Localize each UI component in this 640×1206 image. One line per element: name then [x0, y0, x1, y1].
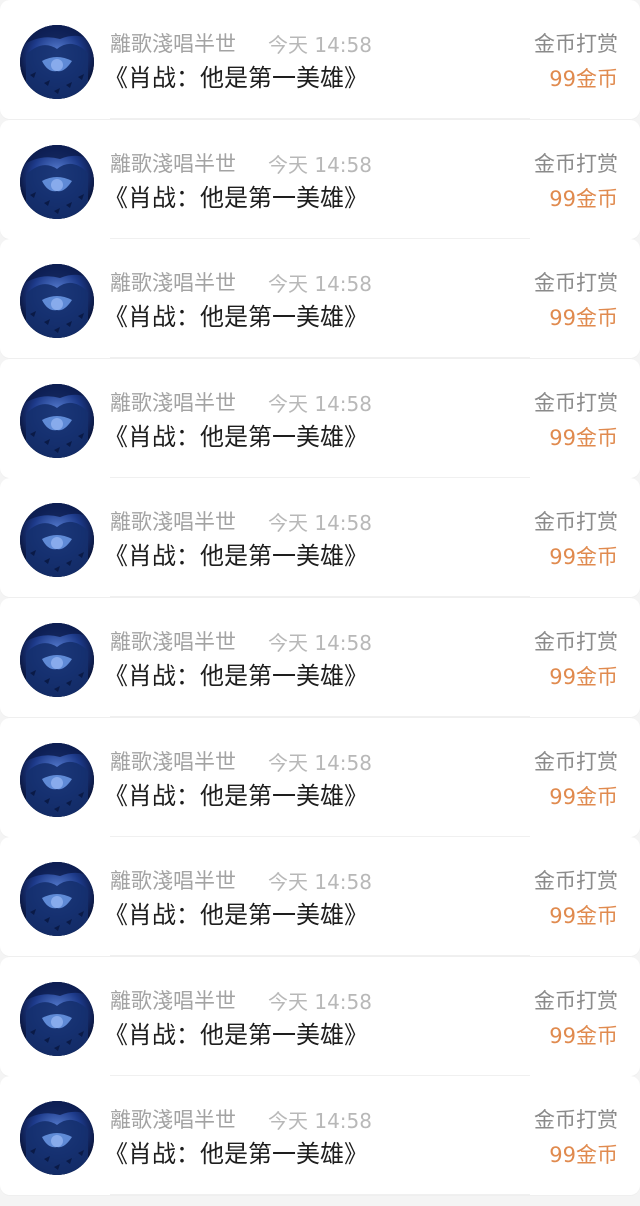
reward-list-item[interactable]: 離歌淺唱半世 今天 14:58 《肖战：他是第一美雄》 金币打赏 99金币	[0, 120, 640, 239]
article-title[interactable]: 《肖战：他是第一美雄》	[104, 180, 368, 216]
article-title[interactable]: 《肖战：他是第一美雄》	[104, 1136, 368, 1172]
reward-type-label: 金币打赏	[534, 989, 618, 1013]
article-title[interactable]: 《肖战：他是第一美雄》	[104, 299, 368, 335]
reward-list-item[interactable]: 離歌淺唱半世 今天 14:58 《肖战：他是第一美雄》 金币打赏 99金币	[0, 718, 640, 837]
timestamp: 今天 14:58	[268, 990, 372, 1014]
avatar-icon	[20, 743, 94, 817]
user-name[interactable]: 離歌淺唱半世	[110, 29, 236, 59]
timestamp: 今天 14:58	[268, 631, 372, 655]
article-title[interactable]: 《肖战：他是第一美雄》	[104, 658, 368, 694]
reward-amount: 99金币	[549, 1024, 618, 1048]
user-avatar[interactable]	[20, 743, 94, 817]
reward-amount: 99金币	[549, 426, 618, 450]
reward-amount: 99金币	[549, 187, 618, 211]
user-avatar[interactable]	[20, 1101, 94, 1175]
reward-list-item[interactable]: 離歌淺唱半世 今天 14:58 《肖战：他是第一美雄》 金币打赏 99金币	[0, 239, 640, 358]
user-avatar[interactable]	[20, 623, 94, 697]
user-name[interactable]: 離歌淺唱半世	[110, 866, 236, 896]
reward-list-item[interactable]: 離歌淺唱半世 今天 14:58 《肖战：他是第一美雄》 金币打赏 99金币	[0, 957, 640, 1076]
user-name[interactable]: 離歌淺唱半世	[110, 507, 236, 537]
reward-type-label: 金币打赏	[534, 510, 618, 534]
article-title[interactable]: 《肖战：他是第一美雄》	[104, 1017, 368, 1053]
timestamp: 今天 14:58	[268, 870, 372, 894]
reward-list-item[interactable]: 離歌淺唱半世 今天 14:58 《肖战：他是第一美雄》 金币打赏 99金币	[0, 1076, 640, 1195]
avatar-icon	[20, 25, 94, 99]
article-title[interactable]: 《肖战：他是第一美雄》	[104, 897, 368, 933]
timestamp: 今天 14:58	[268, 1109, 372, 1133]
user-avatar[interactable]	[20, 145, 94, 219]
reward-list-item[interactable]: 離歌淺唱半世 今天 14:58 《肖战：他是第一美雄》 金币打赏 99金币	[0, 478, 640, 597]
avatar-icon	[20, 503, 94, 577]
avatar-icon	[20, 982, 94, 1056]
article-title[interactable]: 《肖战：他是第一美雄》	[104, 538, 368, 574]
timestamp: 今天 14:58	[268, 392, 372, 416]
user-avatar[interactable]	[20, 503, 94, 577]
avatar-icon	[20, 1101, 94, 1175]
reward-type-label: 金币打赏	[534, 271, 618, 295]
reward-amount: 99金币	[549, 904, 618, 928]
avatar-icon	[20, 145, 94, 219]
reward-amount: 99金币	[549, 1143, 618, 1167]
reward-type-label: 金币打赏	[534, 630, 618, 654]
article-title[interactable]: 《肖战：他是第一美雄》	[104, 419, 368, 455]
reward-list-item[interactable]: 離歌淺唱半世 今天 14:58 《肖战：他是第一美雄》 金币打赏 99金币	[0, 837, 640, 956]
timestamp: 今天 14:58	[268, 33, 372, 57]
reward-amount: 99金币	[549, 545, 618, 569]
user-avatar[interactable]	[20, 982, 94, 1056]
user-avatar[interactable]	[20, 25, 94, 99]
timestamp: 今天 14:58	[268, 272, 372, 296]
user-avatar[interactable]	[20, 264, 94, 338]
timestamp: 今天 14:58	[268, 511, 372, 535]
reward-list-item[interactable]: 離歌淺唱半世 今天 14:58 《肖战：他是第一美雄》 金币打赏 99金币	[0, 359, 640, 478]
user-name[interactable]: 離歌淺唱半世	[110, 986, 236, 1016]
article-title[interactable]: 《肖战：他是第一美雄》	[104, 60, 368, 96]
reward-type-label: 金币打赏	[534, 869, 618, 893]
reward-amount: 99金币	[549, 665, 618, 689]
reward-amount: 99金币	[549, 785, 618, 809]
timestamp: 今天 14:58	[268, 153, 372, 177]
avatar-icon	[20, 862, 94, 936]
article-title[interactable]: 《肖战：他是第一美雄》	[104, 778, 368, 814]
reward-list-item[interactable]: 離歌淺唱半世 今天 14:58 《肖战：他是第一美雄》 金币打赏 99金币	[0, 598, 640, 717]
avatar-icon	[20, 264, 94, 338]
user-name[interactable]: 離歌淺唱半世	[110, 268, 236, 298]
reward-type-label: 金币打赏	[534, 750, 618, 774]
avatar-icon	[20, 384, 94, 458]
user-name[interactable]: 離歌淺唱半世	[110, 1105, 236, 1135]
user-name[interactable]: 離歌淺唱半世	[110, 149, 236, 179]
reward-amount: 99金币	[549, 306, 618, 330]
reward-type-label: 金币打赏	[534, 391, 618, 415]
reward-type-label: 金币打赏	[534, 152, 618, 176]
user-avatar[interactable]	[20, 862, 94, 936]
user-name[interactable]: 離歌淺唱半世	[110, 627, 236, 657]
reward-list-item[interactable]: 離歌淺唱半世 今天 14:58 《肖战：他是第一美雄》 金币打赏 99金币	[0, 0, 640, 119]
user-name[interactable]: 離歌淺唱半世	[110, 747, 236, 777]
reward-type-label: 金币打赏	[534, 1108, 618, 1132]
reward-amount: 99金币	[549, 67, 618, 91]
user-name[interactable]: 離歌淺唱半世	[110, 388, 236, 418]
avatar-icon	[20, 623, 94, 697]
reward-type-label: 金币打赏	[534, 32, 618, 56]
timestamp: 今天 14:58	[268, 751, 372, 775]
user-avatar[interactable]	[20, 384, 94, 458]
